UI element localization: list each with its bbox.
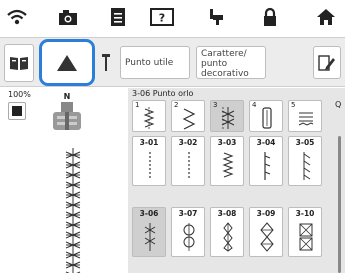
stitch-cell-3-07[interactable]: 3-07 [171, 207, 205, 257]
q-label: Q [335, 100, 342, 109]
stitch-selection-panel: 3-06 Punto orlo 1 2 3 4 5 Q 3-01 3-02 3-03… [128, 88, 345, 273]
stitch-code: 3-02 [178, 138, 198, 147]
stitch-pattern-icon [264, 152, 271, 180]
toolbar: Punto utile Carattere/ punto decorativo [0, 37, 345, 87]
scrollbar[interactable] [338, 136, 341, 273]
needle-button[interactable] [98, 44, 114, 82]
needle-icon [102, 54, 110, 71]
stitch-preview [58, 148, 88, 273]
stitch-code: 3-07 [178, 209, 198, 218]
category-tab-1[interactable]: 1 [132, 100, 166, 132]
decorative-stitch-label: Carattere/ punto decorativo [201, 49, 249, 79]
thread-spool-icon[interactable] [203, 4, 233, 30]
triangle-up-icon [57, 54, 77, 71]
lock-icon[interactable] [255, 4, 285, 30]
zoom-level: 100% [8, 90, 31, 99]
stitch-cell-3-03[interactable]: 3-03 [210, 136, 244, 186]
stitch-cell-3-02[interactable]: 3-02 [171, 136, 205, 186]
presser-foot-button[interactable] [39, 39, 95, 86]
stitch-cell-3-10[interactable]: 3-10 [288, 207, 322, 257]
stitch-code: 3-06 [139, 209, 159, 218]
stitch-cell-3-04[interactable]: 3-04 [249, 136, 283, 186]
stitch-pattern-icon [303, 152, 311, 180]
edit-button[interactable] [313, 46, 341, 79]
square-icon [12, 106, 22, 116]
stitch-cell-3-05[interactable]: 3-05 [288, 136, 322, 186]
stitch-pattern-icon [299, 223, 313, 251]
stitch-code: 3-10 [295, 209, 315, 218]
document-icon[interactable] [103, 4, 133, 30]
camera-icon[interactable] [53, 4, 83, 30]
useful-stitch-button[interactable]: Punto utile [120, 46, 190, 79]
presser-foot-indicator: N [47, 90, 87, 136]
svg-text:?: ? [159, 12, 165, 25]
status-bar: ? [0, 0, 345, 34]
stitch-code: 3-05 [295, 138, 315, 147]
stop-button[interactable] [8, 102, 26, 120]
stitch-pattern-icon [222, 152, 234, 178]
stitch-code: 3-09 [256, 209, 276, 218]
stitch-pattern-icon [144, 223, 156, 251]
stitch-preview-panel: 100% N [0, 88, 126, 273]
stitch-pattern-icon [260, 222, 274, 252]
stitch-cell-3-09[interactable]: 3-09 [249, 207, 283, 257]
category-tab-2[interactable]: 2 [171, 100, 205, 132]
book-icon [10, 57, 28, 70]
wifi-icon[interactable] [2, 4, 32, 30]
help-icon[interactable]: ? [147, 4, 177, 30]
stitch-cell-3-08[interactable]: 3-08 [210, 207, 244, 257]
stitch-cell-3-06[interactable]: 3-06 [132, 207, 166, 257]
stitch-code: 3-03 [217, 138, 237, 147]
home-icon[interactable] [311, 4, 341, 30]
stitch-code: 3-01 [139, 138, 159, 147]
stitch-pattern-icon [188, 152, 190, 180]
foot-code: N [64, 92, 71, 101]
stitch-code: 3-08 [217, 209, 237, 218]
stitch-cell-3-01[interactable]: 3-01 [132, 136, 166, 186]
stitch-pattern-icon [223, 222, 233, 252]
category-title: 3-06 Punto orlo [132, 89, 194, 98]
category-tab-4[interactable]: 4 [249, 100, 283, 132]
pencil-icon [318, 54, 335, 71]
category-tab-3[interactable]: 3 [210, 100, 244, 132]
decorative-stitch-button[interactable]: Carattere/ punto decorativo [196, 46, 266, 79]
stitch-pattern-icon [149, 152, 151, 180]
category-tab-5[interactable]: 5 [288, 100, 322, 132]
useful-stitch-label: Punto utile [125, 58, 174, 68]
stitch-pattern-icon [183, 223, 195, 251]
embroidery-mode-button[interactable] [4, 44, 34, 82]
stitch-code: 3-04 [256, 138, 276, 147]
